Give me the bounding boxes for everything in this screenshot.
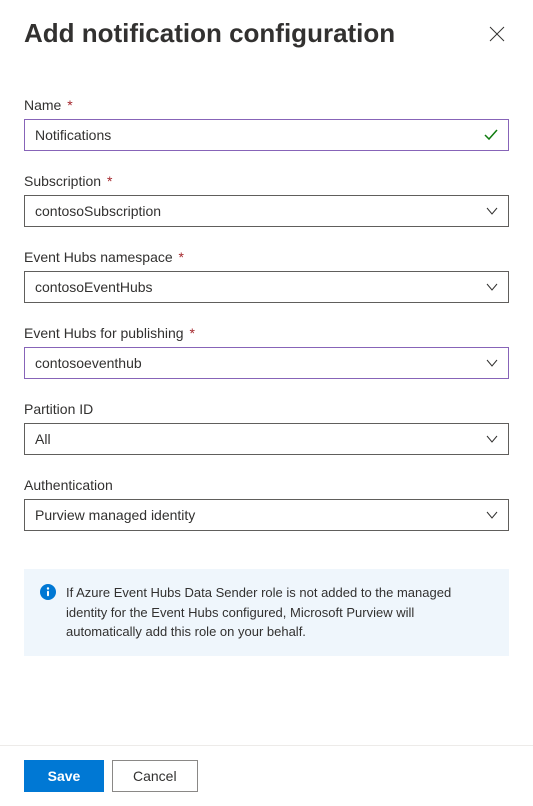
partition-label: Partition ID [24, 401, 509, 417]
name-input-wrapper [24, 119, 509, 151]
panel-header: Add notification configuration [24, 18, 509, 49]
partition-select-wrapper: All [24, 423, 509, 455]
auth-label: Authentication [24, 477, 509, 493]
namespace-label: Event Hubs namespace * [24, 249, 509, 265]
page-title: Add notification configuration [24, 18, 395, 49]
info-icon [40, 584, 56, 600]
subscription-value: contosoSubscription [35, 203, 161, 219]
name-field-group: Name * [24, 97, 509, 151]
subscription-select-wrapper: contosoSubscription [24, 195, 509, 227]
partition-select[interactable]: All [24, 423, 509, 455]
subscription-field-group: Subscription * contosoSubscription [24, 173, 509, 227]
name-label-text: Name [24, 97, 61, 113]
subscription-label: Subscription * [24, 173, 509, 189]
publishing-label-text: Event Hubs for publishing [24, 325, 184, 341]
subscription-select[interactable]: contosoSubscription [24, 195, 509, 227]
required-indicator: * [107, 173, 112, 189]
subscription-label-text: Subscription [24, 173, 101, 189]
namespace-value: contosoEventHubs [35, 279, 153, 295]
auth-value: Purview managed identity [35, 507, 195, 523]
namespace-label-text: Event Hubs namespace [24, 249, 173, 265]
name-label: Name * [24, 97, 509, 113]
namespace-select-wrapper: contosoEventHubs [24, 271, 509, 303]
close-icon [489, 26, 505, 42]
auth-field-group: Authentication Purview managed identity [24, 477, 509, 531]
partition-field-group: Partition ID All [24, 401, 509, 455]
publishing-select[interactable]: contosoeventhub [24, 347, 509, 379]
namespace-field-group: Event Hubs namespace * contosoEventHubs [24, 249, 509, 303]
publishing-field-group: Event Hubs for publishing * contosoevent… [24, 325, 509, 379]
auth-select-wrapper: Purview managed identity [24, 499, 509, 531]
info-text: If Azure Event Hubs Data Sender role is … [66, 583, 493, 642]
auth-select[interactable]: Purview managed identity [24, 499, 509, 531]
publishing-label: Event Hubs for publishing * [24, 325, 509, 341]
panel-footer: Save Cancel [0, 745, 533, 806]
namespace-select[interactable]: contosoEventHubs [24, 271, 509, 303]
required-indicator: * [179, 249, 184, 265]
partition-label-text: Partition ID [24, 401, 93, 417]
cancel-button[interactable]: Cancel [112, 760, 198, 792]
publishing-value: contosoeventhub [35, 355, 142, 371]
required-indicator: * [189, 325, 194, 341]
required-indicator: * [67, 97, 72, 113]
info-box: If Azure Event Hubs Data Sender role is … [24, 569, 509, 656]
publishing-select-wrapper: contosoeventhub [24, 347, 509, 379]
save-button[interactable]: Save [24, 760, 104, 792]
close-button[interactable] [485, 22, 509, 46]
auth-label-text: Authentication [24, 477, 113, 493]
partition-value: All [35, 431, 51, 447]
name-input[interactable] [24, 119, 509, 151]
